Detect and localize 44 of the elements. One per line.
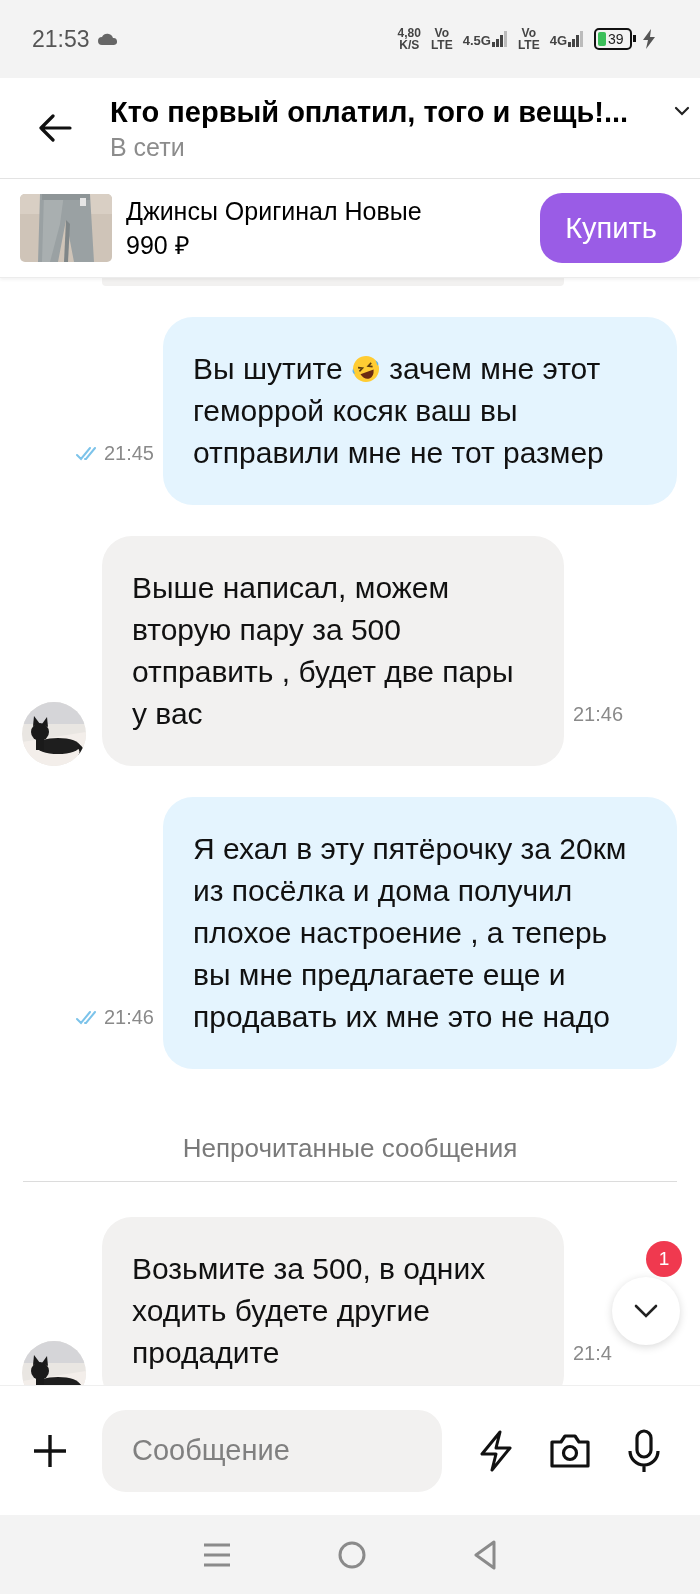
online-status: В сети — [110, 132, 186, 162]
laughing-emoji-icon — [350, 354, 381, 384]
network-label: 4G — [549, 33, 567, 48]
charging-icon — [642, 29, 656, 49]
message-text: зачем мне этот — [389, 352, 601, 385]
back-arrow-icon[interactable] — [38, 114, 72, 142]
home-icon[interactable] — [338, 1540, 366, 1569]
listing-price: 990 ₽ — [126, 230, 191, 260]
chat-title: Кто первый оплатил, того и вещь!... — [110, 95, 629, 130]
message-text: Я ехал в эту пятёрочку за 20км из посёлка и дома получил плохое настроение , а теперь вы мне предлагаете еще и продавать их мне это не надо — [193, 832, 627, 1033]
menu-icon[interactable] — [203, 1541, 232, 1568]
volte-label: Vo — [521, 27, 536, 39]
chevron-down-icon — [634, 1304, 658, 1318]
back-icon[interactable] — [472, 1539, 497, 1570]
volte-label: LTE — [430, 39, 453, 51]
message-text: Вы шутите — [193, 352, 343, 385]
plus-icon[interactable] — [32, 1432, 68, 1469]
message-time: 21:45 — [103, 442, 154, 465]
battery-percent: 39 — [608, 32, 624, 46]
message-text: геморрой косяк ваш вы отправили мне не тот размер — [193, 393, 605, 471]
message-text: Выше написал, можем вторую пару за 500 отправить , будет две пары у вас — [132, 571, 514, 730]
cloud-icon — [97, 33, 118, 45]
camera-icon[interactable] — [548, 1431, 592, 1470]
signal-icon — [568, 30, 584, 48]
message-time: 21:46 — [103, 1006, 154, 1029]
volte-label: LTE — [517, 39, 540, 51]
signal-icon — [491, 30, 508, 48]
clock: 21:53 — [32, 25, 90, 53]
lightning-icon[interactable] — [478, 1429, 514, 1472]
message-input[interactable]: Сообщение — [102, 1409, 442, 1492]
message-text: Возьмите за 500, в одних ходить будете другие продадите — [132, 1252, 486, 1369]
battery-fill-icon — [598, 32, 606, 46]
speed-unit: K/S — [399, 39, 420, 51]
unread-divider-label: Непрочитанные сообщения — [182, 1133, 518, 1163]
unread-count-badge: 1 — [646, 1241, 682, 1277]
message-time: 21:46 — [573, 703, 624, 726]
listing-title: Джинсы Оригинал Новые — [126, 196, 422, 226]
chevron-down-icon[interactable] — [674, 106, 690, 116]
microphone-icon[interactable] — [626, 1428, 662, 1473]
message-time: 21:4 — [573, 1342, 612, 1365]
network-label: 4.5G — [462, 33, 491, 48]
buy-button[interactable]: Купить — [540, 193, 682, 263]
volte-label: Vo — [434, 27, 449, 39]
speed-value: 4,80 — [397, 27, 421, 39]
